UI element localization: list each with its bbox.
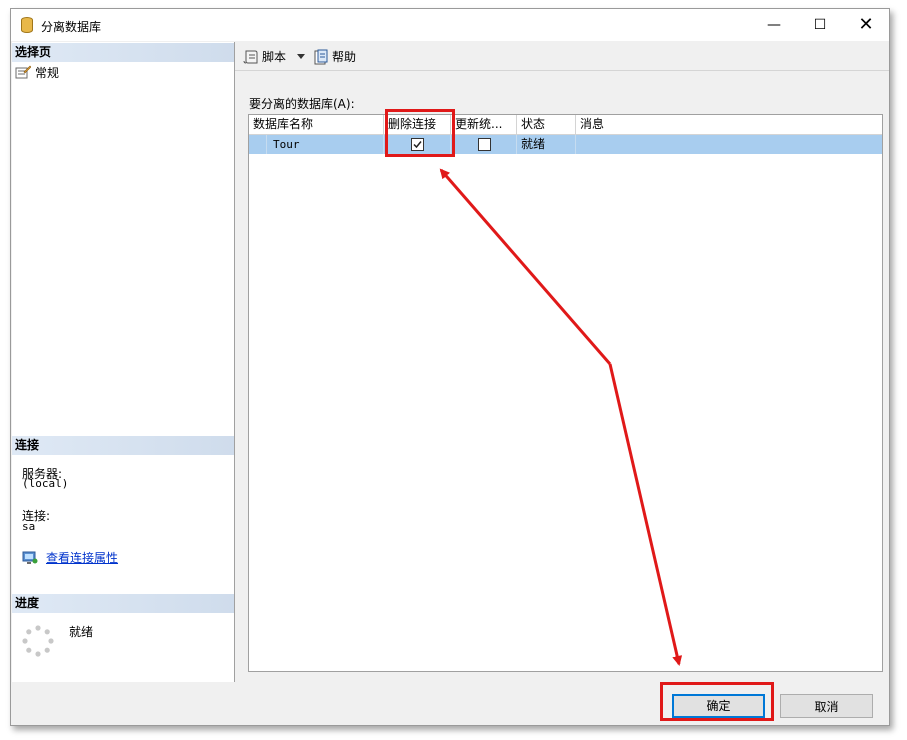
annotation-arrow-to-checkbox	[439, 168, 612, 365]
annotation-arrow-to-ok	[608, 363, 683, 666]
annotation-arrows	[439, 168, 683, 666]
